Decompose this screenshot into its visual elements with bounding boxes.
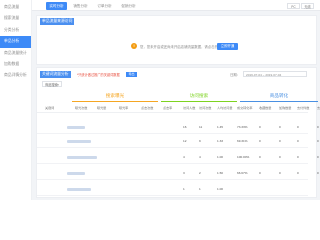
keyword-cell (67, 155, 97, 159)
table-cell: 4 (199, 155, 201, 159)
date-range-picker[interactable]: 2019-07-04 ~ 2019-07-04 (243, 70, 307, 77)
keyword-cell (67, 171, 85, 175)
table-cell: 0 (297, 155, 299, 159)
keyword-cell (67, 187, 91, 191)
tab-promotion[interactable]: 促销分析 (118, 2, 139, 10)
table-cell: 1 (183, 187, 185, 191)
column-header: 点击率 (163, 106, 173, 110)
table-cell: 0 (317, 139, 319, 143)
column-header: 曝光次数 (75, 106, 88, 110)
header-divider (37, 112, 308, 113)
row-divider (37, 195, 308, 196)
row-divider (37, 133, 308, 134)
notice-text: 您，您未开启或还尚未开启店铺流量数据，请点击开启 (140, 45, 222, 49)
row-divider (37, 163, 308, 164)
mobile-toggle-button[interactable]: 无线 (301, 2, 314, 9)
table-cell: 1.00 (217, 155, 224, 159)
column-header: 支付件数 (297, 106, 310, 110)
column-header: 收藏数量 (259, 106, 272, 110)
column-header: 曝光率 (119, 106, 129, 110)
table-cell: 0 (297, 139, 299, 143)
table-cell: 0 (259, 139, 261, 143)
table-cell: 2 (199, 171, 201, 175)
tab-sales[interactable]: 销售分析 (70, 2, 91, 10)
table-cell: 0 (259, 155, 261, 159)
table-cell: 11 (199, 125, 203, 129)
table-title: 关键词流量分析 (40, 71, 71, 78)
table-cell: 73.33% (237, 125, 248, 129)
filter-select[interactable]: 商品搜索 ▼ (42, 80, 62, 87)
pc-toggle-button[interactable]: PC (287, 2, 300, 9)
table-cell: 0 (279, 125, 281, 129)
table-cell: 1 (199, 187, 201, 191)
table-cell: 0 (279, 139, 281, 143)
sidebar-item-cart-data[interactable]: 加购数据 (0, 59, 31, 70)
group-bar-visits (161, 101, 237, 102)
column-header: 访问人数 (183, 106, 196, 110)
sidebar-item-detail-analysis[interactable]: 商品详情分析 (0, 70, 31, 81)
card-title: 单品流量来源访问 (40, 18, 75, 25)
sidebar-item-search-traffic[interactable]: 搜索流量 (0, 13, 31, 24)
sidebar-item-category-analysis[interactable]: 分类分析 (0, 25, 31, 36)
chevron-down-icon: ▼ (56, 82, 60, 87)
table-cell: 0 (297, 125, 299, 129)
table-cell: 69.31% (237, 139, 248, 143)
table-cell: 3 (183, 171, 185, 175)
table-cell: 0 (317, 155, 319, 159)
table-cell: 1.33 (217, 139, 224, 143)
table-note: *只统计做过推广的关键词数据 (77, 73, 120, 77)
keyword-table-card: 关键词流量分析 *只统计做过推广的关键词数据 导出 日期： 2019-07-04… (36, 67, 320, 198)
main-area: 实时分析 销售分析 订单分析 促销分析 PC 无线 单品流量来源访问 ! 您，您… (32, 0, 320, 200)
table-cell: 1.00 (217, 187, 224, 191)
row-divider (37, 179, 308, 180)
sidebar-item-traffic-stats[interactable]: 商品流量统计 (0, 48, 31, 59)
enable-button[interactable]: 立即开通 (217, 42, 238, 50)
table-cell: 100.00% (237, 155, 250, 159)
group-title-visits: 访问搜索 (189, 92, 209, 98)
traffic-source-card: 单品流量来源访问 ! 您，您未开启或还尚未开启店铺流量数据，请点击开启 立即开通 (36, 15, 317, 65)
column-header: 成交转化率 (237, 106, 253, 110)
table-cell: 0 (259, 171, 261, 175)
group-title-conversion: 商品转化 (269, 92, 289, 98)
column-header: 加购数量 (279, 106, 292, 110)
sidebar: 商品流量 搜索流量 分类分析 单品分析 商品流量统计 加购数据 商品详情分析 (0, 0, 32, 200)
table-cell: 66.67% (237, 171, 248, 175)
table-cell: 9 (199, 139, 201, 143)
warning-icon: ! (131, 43, 137, 49)
table-cell: 0 (317, 125, 319, 129)
tab-orders[interactable]: 订单分析 (94, 2, 115, 10)
column-header: 曝光量 (97, 106, 107, 110)
table-cell: 0 (279, 171, 281, 175)
keyword-cell (67, 139, 91, 143)
table-cell: 0 (297, 171, 299, 175)
table-cell: 1.50 (217, 171, 224, 175)
group-bar-conversion (240, 101, 318, 102)
column-header: 关键词 (45, 106, 55, 110)
row-divider (37, 147, 308, 148)
column-header: 访问次数 (199, 106, 212, 110)
keyword-cell (67, 125, 85, 129)
table-cell: 12 (183, 139, 187, 143)
tab-realtime[interactable]: 实时分析 (46, 2, 67, 10)
group-bar-exposure (72, 101, 158, 102)
export-button[interactable]: 导出 (126, 71, 137, 77)
sidebar-item-single-product[interactable]: 单品分析 (0, 36, 31, 48)
column-header: 点击次数 (141, 106, 154, 110)
group-title-exposure: 搜索曝光 (105, 92, 125, 98)
table-cell: 0 (259, 125, 261, 129)
column-header: 人均访问量 (217, 106, 233, 110)
sidebar-item-product-traffic[interactable]: 商品流量 (0, 2, 31, 13)
top-tab-bar: 实时分析 销售分析 订单分析 促销分析 PC 无线 (32, 0, 320, 11)
table-cell: 4 (183, 155, 185, 159)
table-cell: 1.45 (217, 125, 224, 129)
table-cell: 0 (279, 155, 281, 159)
date-label: 日期： (230, 73, 241, 77)
table-cell: 16 (183, 125, 187, 129)
table-cell: 0 (317, 171, 319, 175)
